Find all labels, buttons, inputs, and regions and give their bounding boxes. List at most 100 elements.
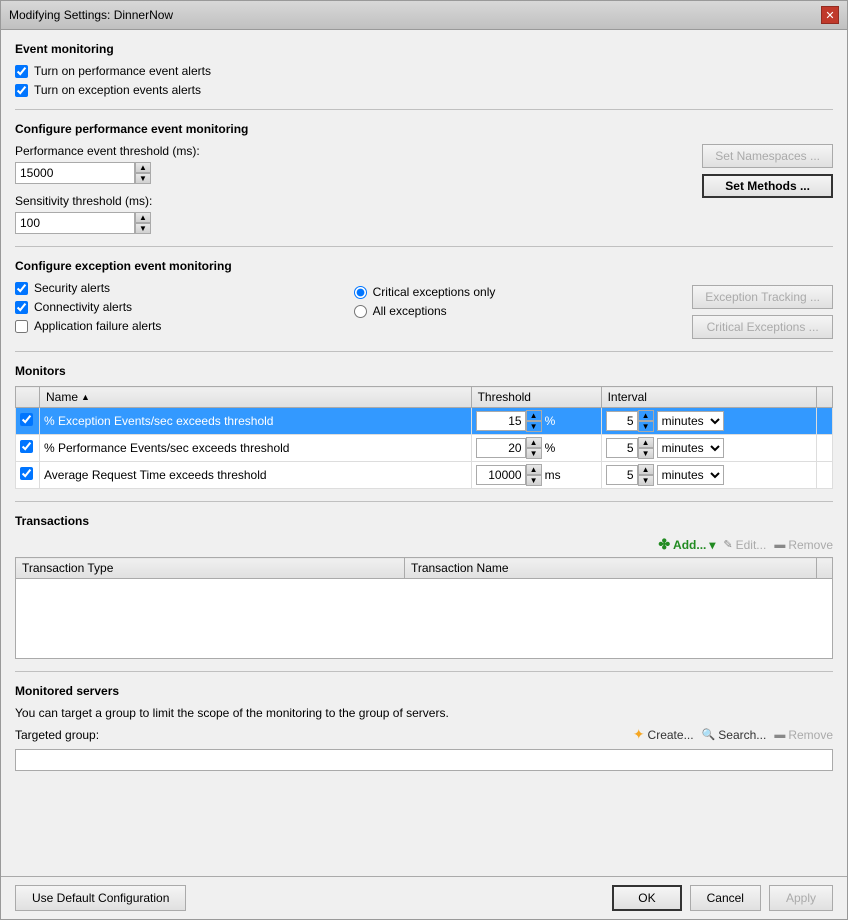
targeted-group-label: Targeted group: [15, 728, 99, 742]
search-button[interactable]: 🔍 Search... [702, 728, 767, 742]
servers-toolbar: ✦ Create... 🔍 Search... ▬ Remove [633, 726, 833, 743]
threshold-input[interactable]: 15000 [15, 162, 135, 184]
row3-interval-cell: ▲ ▼ minutes seconds hours [601, 462, 816, 489]
sort-arrow-icon: ▲ [81, 392, 90, 402]
table-row[interactable]: Average Request Time exceeds threshold ▲… [16, 462, 833, 489]
trans-type-col[interactable]: Transaction Type [16, 558, 405, 579]
use-default-button[interactable]: Use Default Configuration [15, 885, 186, 911]
targeted-group-input[interactable] [15, 749, 833, 771]
add-button[interactable]: ✤ Add... ▾ [658, 536, 715, 553]
row3-name-cell: Average Request Time exceeds threshold [40, 462, 472, 489]
row3-interval-select[interactable]: minutes seconds hours [657, 465, 724, 485]
close-button[interactable]: ✕ [821, 6, 839, 24]
connectivity-alerts-label: Connectivity alerts [34, 300, 132, 314]
row2-threshold-up[interactable]: ▲ [526, 437, 542, 448]
search-icon: 🔍 [702, 728, 716, 741]
row1-check-cell[interactable] [16, 408, 40, 435]
bottom-left: Use Default Configuration [15, 885, 186, 911]
ok-button[interactable]: OK [612, 885, 681, 911]
monitors-interval-col[interactable]: Interval [601, 387, 816, 408]
row2-interval-input[interactable] [606, 438, 638, 458]
edit-button[interactable]: ✎ Edit... [723, 538, 766, 552]
create-icon: ✦ [633, 726, 645, 743]
exception-alerts-label: Turn on exception events alerts [34, 83, 201, 97]
row2-checkbox[interactable] [20, 440, 33, 453]
critical-exceptions-button[interactable]: Critical Exceptions ... [692, 315, 833, 339]
set-methods-button[interactable]: Set Methods ... [702, 174, 833, 198]
targeted-group-row: Targeted group: ✦ Create... 🔍 Search... … [15, 726, 833, 743]
row2-name-cell: % Performance Events/sec exceeds thresho… [40, 435, 472, 462]
transactions-section: Transactions ✤ Add... ▾ ✎ Edit... ▬ Remo… [15, 514, 833, 659]
set-namespaces-button[interactable]: Set Namespaces ... [702, 144, 833, 168]
row2-check-cell[interactable] [16, 435, 40, 462]
event-monitoring-title: Event monitoring [15, 42, 833, 56]
row2-interval-cell: ▲ ▼ minutes seconds hours [601, 435, 816, 462]
row3-threshold-input[interactable] [476, 465, 526, 485]
exception-alerts-checkbox[interactable] [15, 84, 28, 97]
row3-interval-input[interactable] [606, 465, 638, 485]
perf-fields-layout: Performance event threshold (ms): 15000 … [15, 144, 833, 234]
transactions-table: Transaction Type Transaction Name [15, 557, 833, 659]
servers-remove-button[interactable]: ▬ Remove [774, 728, 833, 742]
remove-button[interactable]: ▬ Remove [774, 538, 833, 552]
table-row[interactable]: % Exception Events/sec exceeds threshold… [16, 408, 833, 435]
critical-exceptions-row: Critical exceptions only [354, 285, 683, 299]
row3-interval-up[interactable]: ▲ [638, 464, 654, 475]
create-button[interactable]: ✦ Create... [633, 726, 694, 743]
row3-interval-down[interactable]: ▼ [638, 475, 654, 486]
row1-threshold-input[interactable] [476, 411, 526, 431]
apply-button[interactable]: Apply [769, 885, 833, 911]
transactions-title: Transactions [15, 514, 833, 528]
all-exceptions-radio[interactable] [354, 305, 367, 318]
row1-checkbox[interactable] [20, 413, 33, 426]
row3-threshold-unit: ms [545, 468, 561, 482]
sensitivity-up-btn[interactable]: ▲ [135, 212, 151, 223]
row1-threshold-up[interactable]: ▲ [526, 410, 542, 421]
exception-tracking-button[interactable]: Exception Tracking ... [692, 285, 833, 309]
row2-threshold-down[interactable]: ▼ [526, 448, 542, 459]
monitors-title: Monitors [15, 364, 833, 378]
row3-checkbox[interactable] [20, 467, 33, 480]
monitors-name-col[interactable]: Name ▲ [40, 387, 472, 408]
bottom-spacer [15, 781, 833, 801]
security-alerts-label: Security alerts [34, 281, 110, 295]
row1-threshold-down[interactable]: ▼ [526, 421, 542, 432]
row1-threshold-spinner: ▲ ▼ [526, 410, 542, 432]
perf-alerts-label: Turn on performance event alerts [34, 64, 211, 78]
threshold-down-btn[interactable]: ▼ [135, 173, 151, 184]
row1-interval-input[interactable] [606, 411, 638, 431]
critical-exceptions-radio[interactable] [354, 286, 367, 299]
row1-interval-up[interactable]: ▲ [638, 410, 654, 421]
sensitivity-input[interactable]: 100 [15, 212, 135, 234]
row1-interval-down[interactable]: ▼ [638, 421, 654, 432]
row3-threshold-up[interactable]: ▲ [526, 464, 542, 475]
row2-interval-select[interactable]: minutes seconds hours [657, 438, 724, 458]
trans-name-col[interactable]: Transaction Name [404, 558, 816, 579]
row2-threshold-input[interactable] [476, 438, 526, 458]
transactions-body-row [16, 579, 833, 659]
exception-monitoring-title: Configure exception event monitoring [15, 259, 833, 273]
sensitivity-spinner: 100 ▲ ▼ [15, 212, 692, 234]
row2-interval-down[interactable]: ▼ [638, 448, 654, 459]
row2-threshold-cell: ▲ ▼ % [471, 435, 601, 462]
monitors-threshold-col[interactable]: Threshold [471, 387, 601, 408]
row1-interval-select[interactable]: minutes seconds hours [657, 411, 724, 431]
sensitivity-down-btn[interactable]: ▼ [135, 223, 151, 234]
app-failure-checkbox[interactable] [15, 320, 28, 333]
connectivity-alerts-checkbox[interactable] [15, 301, 28, 314]
row3-check-cell[interactable] [16, 462, 40, 489]
row3-threshold-cell: ▲ ▼ ms [471, 462, 601, 489]
row1-threshold-cell: ▲ ▼ % [471, 408, 601, 435]
exception-checkboxes: Security alerts Connectivity alerts Appl… [15, 281, 344, 339]
row3-threshold-down[interactable]: ▼ [526, 475, 542, 486]
servers-remove-icon: ▬ [774, 729, 785, 741]
perf-alerts-row: Turn on performance event alerts [15, 64, 833, 78]
threshold-up-btn[interactable]: ▲ [135, 162, 151, 173]
monitors-check-col [16, 387, 40, 408]
security-alerts-checkbox[interactable] [15, 282, 28, 295]
row2-interval-up[interactable]: ▲ [638, 437, 654, 448]
cancel-button[interactable]: Cancel [690, 885, 761, 911]
table-row[interactable]: % Performance Events/sec exceeds thresho… [16, 435, 833, 462]
perf-alerts-checkbox[interactable] [15, 65, 28, 78]
threshold-spinner-buttons: ▲ ▼ [135, 162, 151, 184]
